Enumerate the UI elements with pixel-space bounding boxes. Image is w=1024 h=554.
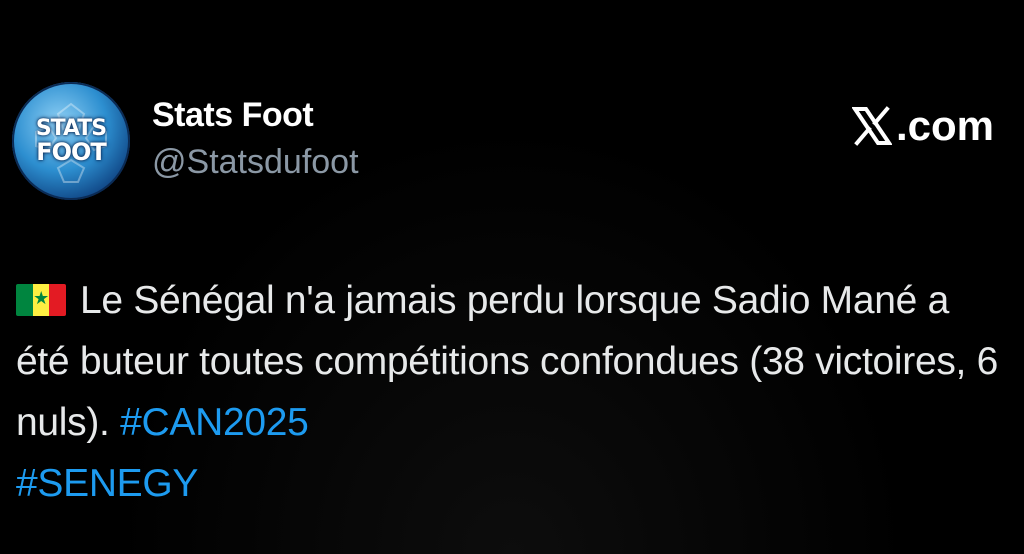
hashtag-can2025[interactable]: #CAN2025 bbox=[120, 401, 309, 444]
post-screenshot: STATS FOOT Stats Foot @Statsdufoot .com … bbox=[0, 0, 1024, 554]
avatar[interactable]: STATS FOOT bbox=[12, 82, 130, 200]
avatar-text-line1: STATS bbox=[35, 116, 107, 141]
author-display-name[interactable]: Stats Foot bbox=[152, 96, 314, 135]
x-brand: .com bbox=[851, 102, 994, 150]
author-handle[interactable]: @Statsdufoot bbox=[152, 143, 359, 182]
hashtag-senegy[interactable]: #SENEGY bbox=[16, 462, 198, 505]
post-body: ★ Le Sénégal n'a jamais perdu lorsque Sa… bbox=[16, 270, 1006, 514]
avatar-text-line2: FOOT bbox=[36, 138, 107, 166]
brand-domain-label: .com bbox=[895, 102, 994, 149]
x-logo-icon bbox=[851, 106, 892, 146]
senegal-flag-icon: ★ bbox=[16, 284, 66, 316]
